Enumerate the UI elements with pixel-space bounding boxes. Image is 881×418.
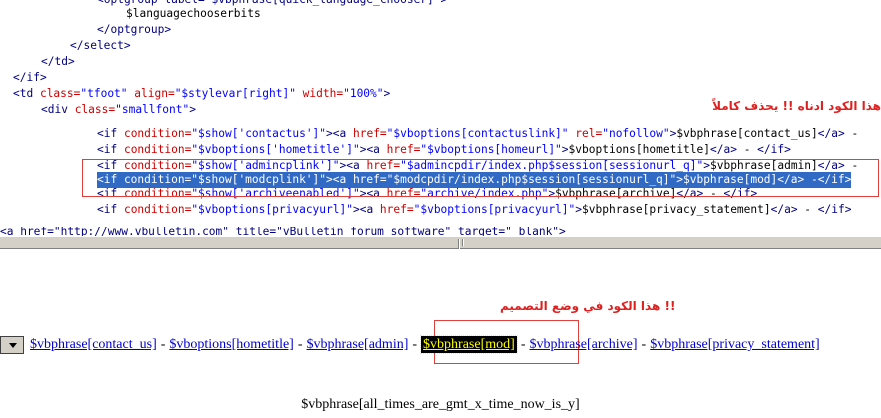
code-token: - [736, 143, 758, 156]
view-splitter[interactable] [0, 236, 881, 253]
code-token: align= [134, 87, 175, 100]
link-privacy-statement[interactable]: $vbphrase[privacy_statement] [650, 337, 820, 352]
code-token: - [797, 203, 818, 216]
code-token: <if [97, 127, 124, 140]
code-token: "$vboptions[contactuslink]" [386, 127, 576, 140]
code-token: href= [352, 127, 387, 140]
code-token: <if [97, 143, 124, 156]
code-token: <if [97, 203, 124, 216]
code-token: ><a [359, 143, 387, 156]
code-token: > [189, 103, 196, 116]
code-token: $vbphrase[privacy_statement] [582, 203, 771, 216]
separator: - [520, 337, 526, 352]
code-token: width= [302, 87, 344, 100]
code-line-if-close: </if> [13, 70, 47, 86]
code-token: class= [74, 103, 116, 116]
code-line-div-smallfont: <div class="smallfont"> [41, 102, 196, 118]
code-token: $vbphrase[contact_us] [676, 127, 818, 140]
footer-time-phrase: $vbphrase[all_times_are_gmt_x_time_now_i… [301, 397, 580, 412]
code-token: - [844, 127, 859, 140]
code-token: "smallfont" [115, 103, 190, 116]
code-line-contactus: <if condition="$show['contactus']"><a hr… [97, 126, 858, 142]
code-token: condition= [123, 143, 192, 156]
code-token: </if> [13, 71, 47, 84]
link-admin[interactable]: $vbphrase[admin] [307, 337, 409, 352]
code-token: condition= [123, 203, 192, 216]
code-token: condition= [123, 127, 192, 140]
code-token: </optgroup> [97, 23, 172, 36]
design-view-pane[interactable]: !! هذا الكود في وضع التصميم $vbphrase[co… [0, 249, 881, 418]
code-token: href= [386, 143, 421, 156]
code-token: "$vboptions[privacyurl]" [191, 203, 353, 216]
link-hometitle[interactable]: $vboptions[hometitle] [169, 337, 293, 352]
code-token: rel= [575, 127, 603, 140]
footer-links-row: $vbphrase[contact_us] - $vboptions[hometit… [0, 334, 820, 356]
code-token: ><a [326, 127, 353, 140]
code-token: href= [379, 203, 414, 216]
code-token: </if> [757, 143, 791, 156]
separator: - [160, 337, 166, 352]
code-token: "$stylevar[right]" [174, 87, 303, 100]
separator: - [412, 337, 418, 352]
code-token: <div [41, 103, 75, 116]
code-token: > [383, 87, 391, 100]
code-token: "$vboptions[privacyurl]" [413, 203, 576, 216]
link-contact-us[interactable]: $vbphrase[contact_us] [30, 337, 157, 352]
code-token: ><a [352, 203, 380, 216]
link-archive[interactable]: $vbphrase[archive] [529, 337, 637, 352]
code-line-vbulletin-link-cut: <a href="http://www.vbulletin.com" title… [0, 227, 566, 236]
code-line-languagechooserbits: $languagechooserbits [126, 6, 261, 22]
code-token: </a> [710, 143, 737, 156]
code-token: > [575, 203, 583, 216]
code-token: > [561, 143, 569, 156]
separator: - [641, 337, 647, 352]
annotation-code-delete: هذا الكود ادناه !! يحذف كاملاً [712, 99, 881, 113]
code-token: </select> [70, 39, 131, 52]
code-token: "$vboptions[homeurl]" [420, 143, 562, 156]
code-editor-pane[interactable]: <optgroup label="$vbphrase[quick_languag… [0, 0, 881, 236]
code-line-hometitle: <if condition="$vboptions['hometitle']">… [97, 142, 791, 158]
code-token: "tfoot" [80, 87, 135, 100]
code-line-privacy: <if condition="$vboptions[privacyurl]"><… [97, 202, 851, 218]
code-token: "nofollow" [602, 127, 670, 140]
code-line-select-close: </select> [70, 38, 131, 54]
annotation-design-mode: !! هذا الكود في وضع التصميم [500, 299, 676, 313]
code-token: </a> [770, 203, 798, 216]
code-token: "100%" [343, 87, 384, 100]
language-select-dropdown[interactable] [0, 335, 24, 354]
code-line-optgroup-close: </optgroup> [97, 22, 171, 38]
splitter-grip-icon[interactable] [458, 239, 468, 253]
code-token: "$show['contactus']" [191, 127, 327, 140]
code-token: class= [39, 87, 81, 100]
code-line-td-close: </td> [41, 54, 75, 70]
code-token: </a> [817, 127, 845, 140]
separator: - [297, 337, 303, 352]
code-line-td-tfoot: <td class="tfoot" align="$stylevar[right… [13, 86, 390, 102]
code-token: "$vboptions['hometitle']" [191, 143, 360, 156]
code-token: <td [13, 87, 40, 100]
code-token: $vboptions[hometitle] [568, 143, 710, 156]
code-token: </td> [41, 55, 75, 68]
link-mod-selected[interactable]: $vbphrase[mod] [420, 335, 518, 354]
code-token: $languagechooserbits [126, 7, 261, 20]
highlight-box-code [82, 159, 879, 197]
code-token: </if> [817, 203, 852, 216]
